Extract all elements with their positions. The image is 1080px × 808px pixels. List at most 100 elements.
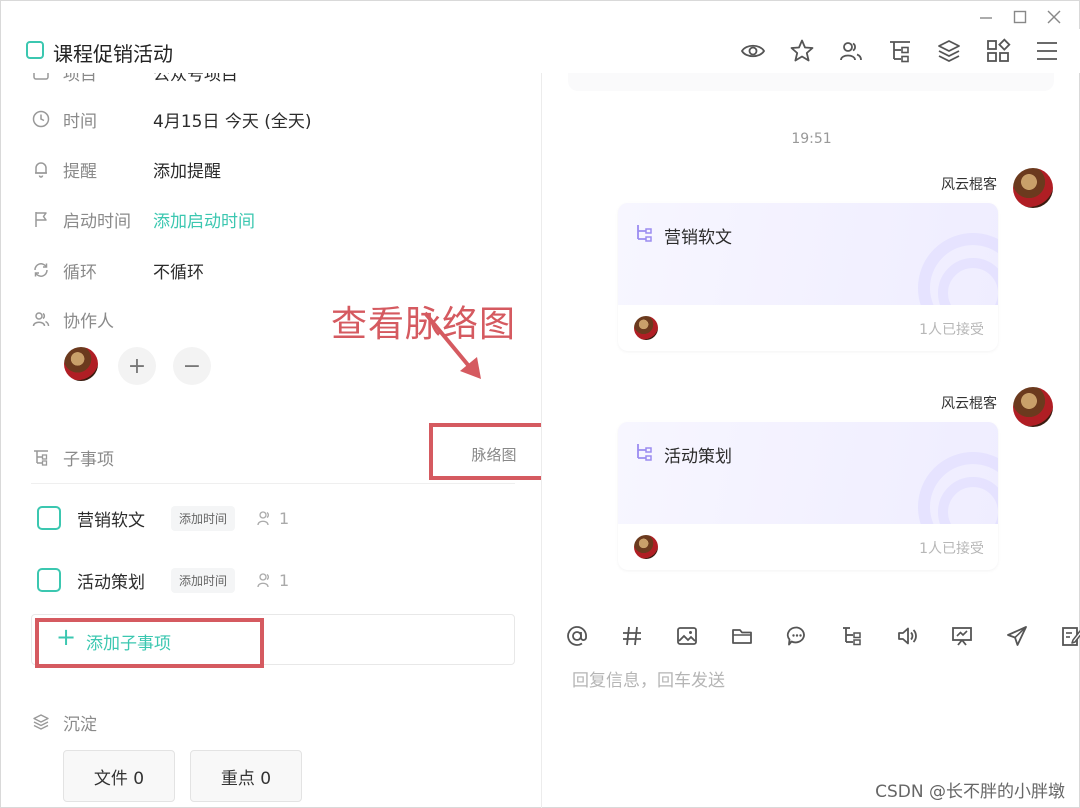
eye-icon[interactable] [739, 37, 767, 65]
start-time-label: 启动时间 [63, 211, 131, 232]
repeat-icon [31, 260, 51, 280]
time-label: 时间 [63, 111, 97, 132]
accepted-status: 1人已接受 [919, 541, 984, 557]
task-detail-panel: 项目 公众号项目 时间 4月15日 今天 (全天) 提醒 添加提醒 启动时间 添… [1, 73, 541, 808]
message-sender: 风云棍客 [941, 396, 997, 412]
subtask-checkbox[interactable] [37, 506, 61, 530]
subtask-tree-icon[interactable] [886, 37, 914, 65]
image-icon[interactable] [676, 622, 731, 650]
annotation-box [35, 618, 264, 668]
divider [31, 483, 515, 484]
previous-message-card [568, 73, 1054, 91]
task-header: 课程促销活动 [1, 29, 1080, 73]
message-sender: 风云棍客 [941, 177, 997, 193]
sender-avatar[interactable] [1013, 387, 1053, 427]
app-window: 课程促销活动 项目 公众号项目 时间 4月15日 今天 (全天) 提醒 添加提醒… [0, 0, 1080, 808]
subtask-icon[interactable] [841, 622, 896, 650]
apps-grid-icon[interactable] [984, 37, 1012, 65]
sender-avatar[interactable] [1013, 168, 1053, 208]
collaborators-label: 协作人 [63, 311, 114, 332]
clock-icon [31, 109, 51, 129]
deposit-label: 沉淀 [63, 714, 97, 735]
add-collaborator-button[interactable]: + [118, 347, 156, 385]
remove-collaborator-button[interactable]: − [173, 347, 211, 385]
keypoints-button[interactable]: 重点 0 [190, 750, 302, 802]
folder-icon[interactable] [731, 622, 786, 650]
time-value[interactable]: 4月15日 今天 (全天) [153, 107, 312, 132]
voice-icon[interactable] [896, 622, 951, 650]
layers-icon[interactable] [935, 37, 963, 65]
assignee-avatar [634, 316, 658, 340]
reminder-label: 提醒 [63, 161, 97, 182]
send-icon[interactable] [1006, 622, 1061, 650]
project-label: 项目 [63, 73, 97, 85]
at-icon[interactable] [566, 622, 621, 650]
collaborators-row: 协作人 [31, 304, 114, 334]
card-footer: 1人已接受 [618, 305, 998, 351]
subtasks-label: 子事项 [63, 449, 114, 470]
header-toolbar [739, 37, 1061, 65]
composer-toolbar [566, 622, 1080, 650]
subtask-title[interactable]: 活动策划 [77, 568, 145, 593]
minimize-icon[interactable] [979, 9, 993, 23]
activity-panel: 19:51 风云棍客 营销软文 1人已接受 风云棍客 活动策划 1人已接受 回复… [542, 73, 1080, 808]
collaborator-avatar[interactable] [64, 347, 98, 381]
files-button[interactable]: 文件 0 [63, 750, 175, 802]
assignee-avatar [634, 535, 658, 559]
card-title: 营销软文 [664, 228, 732, 248]
project-icon [31, 73, 51, 82]
task-title[interactable]: 课程促销活动 [53, 38, 173, 67]
start-time-row[interactable]: 启动时间 添加启动时间 [31, 204, 255, 234]
menu-icon[interactable] [1033, 37, 1061, 65]
subtask-assignee-count: 1 [279, 508, 290, 528]
edit-icon[interactable] [1061, 622, 1080, 650]
repeat-value[interactable]: 不循环 [153, 258, 204, 283]
message-timestamp: 19:51 [791, 131, 832, 147]
bell-icon [31, 159, 51, 179]
card-footer: 1人已接受 [618, 524, 998, 570]
subtask-assignees[interactable]: 1 [257, 509, 289, 528]
subtask-assignees[interactable]: 1 [257, 571, 289, 590]
subtask-assignee-count: 1 [279, 570, 290, 590]
layers-icon [31, 712, 51, 732]
subtask-item[interactable]: 活动策划 添加时间 1 [37, 565, 289, 595]
hash-icon[interactable] [621, 622, 676, 650]
reminder-row[interactable]: 提醒 添加提醒 [31, 154, 221, 184]
annotation-box [429, 423, 541, 480]
reminder-value[interactable]: 添加提醒 [153, 157, 221, 182]
window-controls [979, 9, 1061, 24]
accepted-status: 1人已接受 [919, 322, 984, 338]
maximize-icon[interactable] [1013, 9, 1027, 24]
task-complete-checkbox[interactable] [26, 41, 44, 59]
repeat-row[interactable]: 循环 不循环 [31, 255, 204, 285]
users-icon[interactable] [837, 37, 865, 65]
subtask-icon [637, 225, 652, 242]
subtask-icon [637, 444, 652, 461]
subtask-add-time-button[interactable]: 添加时间 [171, 505, 236, 531]
subtask-checkbox[interactable] [37, 568, 61, 592]
subtask-card[interactable]: 营销软文 1人已接受 [618, 203, 998, 351]
subtask-title[interactable]: 营销软文 [77, 506, 145, 531]
subtasks-header: 子事项 [31, 442, 114, 472]
person-icon [257, 573, 269, 588]
presentation-icon[interactable] [951, 622, 1006, 650]
people-icon [31, 309, 51, 329]
time-row[interactable]: 时间 4月15日 今天 (全天) [31, 104, 312, 134]
card-body: 营销软文 [618, 203, 998, 343]
close-icon[interactable] [1047, 9, 1061, 24]
subtask-add-time-button[interactable]: 添加时间 [171, 567, 236, 593]
subtask-card[interactable]: 活动策划 1人已接受 [618, 422, 998, 570]
project-value[interactable]: 公众号项目 [153, 73, 238, 85]
start-time-value[interactable]: 添加启动时间 [153, 207, 255, 232]
project-row[interactable]: 项目 公众号项目 [31, 73, 238, 87]
repeat-label: 循环 [63, 262, 97, 283]
card-title: 活动策划 [664, 447, 732, 467]
deposit-header: 沉淀 [31, 707, 97, 737]
subtask-item[interactable]: 营销软文 添加时间 1 [37, 503, 289, 533]
chat-bubble-icon[interactable] [786, 622, 841, 650]
reply-input[interactable]: 回复信息，回车发送 [572, 666, 725, 691]
flag-icon [31, 209, 51, 229]
subtask-tree-icon [31, 447, 51, 467]
star-icon[interactable] [788, 37, 816, 65]
card-body: 活动策划 [618, 422, 998, 562]
